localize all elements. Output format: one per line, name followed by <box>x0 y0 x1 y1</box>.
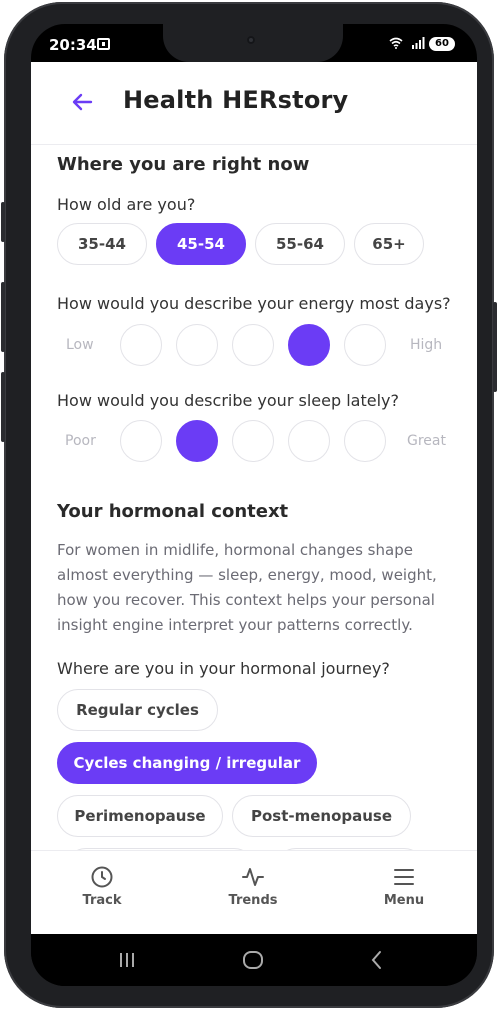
sleep-level-5[interactable] <box>344 420 386 462</box>
wifi-icon <box>389 37 403 49</box>
status-bar: 20:34 60 <box>31 24 477 62</box>
energy-level-5[interactable] <box>344 324 386 366</box>
energy-high-label: High <box>410 337 443 353</box>
energy-question: How would you describe your energy most … <box>57 294 451 313</box>
back-system-icon[interactable] <box>365 948 389 972</box>
front-camera <box>247 36 255 44</box>
system-navigation-bar <box>31 934 477 986</box>
energy-level-2[interactable] <box>176 324 218 366</box>
sleep-level-4[interactable] <box>288 420 330 462</box>
sleep-high-label: Great <box>407 433 446 449</box>
phone-frame: 20:34 60 Health HERstory Where you are r… <box>1 2 497 1008</box>
age-chip-45-54[interactable]: 45-54 <box>156 223 246 265</box>
battery-indicator: 60 <box>429 37 455 51</box>
signal-icon <box>412 37 425 49</box>
sleep-level-2[interactable] <box>176 420 218 462</box>
sleep-low-label: Poor <box>65 433 96 449</box>
bottom-navigation: Track Trends Menu <box>31 850 477 934</box>
nav-track-label: Track <box>82 893 122 908</box>
volume-down-button <box>1 372 5 442</box>
menu-icon <box>394 869 414 885</box>
section-title-right-now: Where you are right now <box>57 154 310 175</box>
sleep-level-3[interactable] <box>232 420 274 462</box>
app-content: Health HERstory Where you are right now … <box>31 62 477 934</box>
energy-level-4[interactable] <box>288 324 330 366</box>
status-time: 20:34 <box>49 36 97 54</box>
energy-level-3[interactable] <box>232 324 274 366</box>
nav-menu[interactable]: Menu <box>354 865 454 908</box>
journey-question: Where are you in your hormonal journey? <box>57 659 390 678</box>
clock-icon <box>91 866 113 888</box>
page-title: Health HERstory <box>123 86 349 114</box>
app-header: Health HERstory <box>31 62 477 145</box>
section-title-hormonal: Your hormonal context <box>57 501 289 522</box>
age-chip-65-plus[interactable]: 65+ <box>354 223 424 265</box>
home-icon[interactable] <box>241 948 265 972</box>
nav-menu-label: Menu <box>383 893 425 908</box>
energy-level-1[interactable] <box>120 324 162 366</box>
camera-notch <box>163 24 343 62</box>
nav-trends[interactable]: Trends <box>203 865 303 908</box>
nav-track[interactable]: Track <box>52 865 152 908</box>
journey-chip-irregular[interactable]: Cycles changing / irregular <box>57 742 317 784</box>
power-button <box>493 302 497 392</box>
back-arrow-icon[interactable] <box>69 88 97 116</box>
energy-low-label: Low <box>66 337 94 353</box>
hormonal-description: For women in midlife, hormonal changes s… <box>57 541 437 634</box>
journey-chip-perimenopause[interactable]: Perimenopause <box>57 795 223 837</box>
volume-up-button <box>1 282 5 352</box>
sleep-question: How would you describe your sleep lately… <box>57 391 399 410</box>
nav-trends-label: Trends <box>228 893 278 908</box>
side-button <box>1 202 5 242</box>
recent-apps-icon[interactable] <box>115 948 139 972</box>
age-question: How old are you? <box>57 195 196 214</box>
screen: 20:34 60 Health HERstory Where you are r… <box>31 24 477 986</box>
journey-chip-regular[interactable]: Regular cycles <box>57 689 218 731</box>
age-chip-55-64[interactable]: 55-64 <box>255 223 345 265</box>
sleep-level-1[interactable] <box>120 420 162 462</box>
activity-pulse-icon <box>242 868 264 886</box>
journey-chip-post-menopause[interactable]: Post-menopause <box>232 795 411 837</box>
screenshot-icon <box>97 38 110 50</box>
age-chip-35-44[interactable]: 35-44 <box>57 223 147 265</box>
